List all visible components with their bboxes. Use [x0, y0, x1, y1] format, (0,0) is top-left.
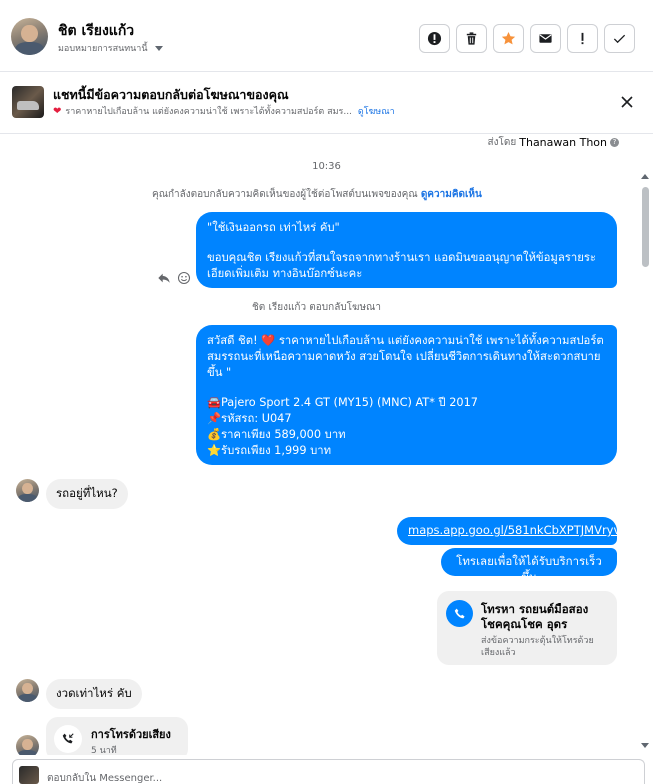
contact-avatar[interactable] [16, 479, 39, 502]
money-bag-icon: 💰 [207, 428, 222, 441]
phone-icon [446, 600, 473, 627]
message-actions [157, 271, 191, 285]
outgoing-message[interactable]: สวัสดี ชิต! ❤️ ราคาหายไปเกือบล้าน แต่ยัง… [196, 325, 617, 465]
pushpin-icon: 📌 [207, 412, 222, 425]
call-now-message[interactable]: โทรเลยเพื่อให้ได้รับบริการเร็วขึ้น [441, 548, 617, 584]
detail-line: 💰 ราคาเพียง 589,000 บาท [207, 427, 606, 443]
checkmark-icon [613, 34, 626, 44]
reply-icon[interactable] [157, 271, 171, 285]
ad-banner-text: ❤ ราคาหายไปเกือบล้าน แต่ยังคงความน่าใช้ … [53, 104, 395, 118]
assign-label: มอบหมายการสนทนานี้ [58, 44, 148, 54]
envelope-icon [539, 34, 552, 43]
detail-text: รับรถเพียง 1,999 บาท [221, 444, 332, 457]
detail-text: รหัสรถ: U047 [221, 412, 292, 425]
timestamp: 10:36 [312, 161, 341, 172]
contact-avatar[interactable] [11, 18, 48, 55]
voice-call-duration: 5 นาที [91, 746, 117, 755]
mark-unread-button[interactable] [530, 24, 561, 53]
detail-line: ⭐ รับรถเพียง 1,999 บาท [207, 443, 606, 459]
detail-text: Pajero Sport 2.4 GT (MY15) (MNC) AT* ปี … [221, 396, 478, 409]
sent-by-note: ส่งโดย Thanawan Thon ? [488, 135, 619, 150]
view-ad-link[interactable]: ดูโฆษณา [358, 104, 395, 118]
star-button[interactable] [493, 24, 524, 53]
page-avatar [19, 766, 39, 784]
contact-name[interactable]: ชิต เรียงแก้ว [58, 20, 134, 42]
reply-composer[interactable]: ตอบกลับใน Messenger... [12, 759, 645, 784]
message-quote: "ใช้เงินออกรถ เท่าไหร่ คับ" [207, 221, 340, 234]
message-thread[interactable]: ส่งโดย Thanawan Thon ? 10:36 คุณกำลังตอบ… [0, 135, 653, 755]
ad-text-content: ราคาหายไปเกือบล้าน แต่ยังคงความน่าใช้ เพ… [65, 107, 352, 117]
call-card-subtitle: ส่งข้อความกระตุ้นให้โทรด้วยเสียงแล้ว [481, 636, 594, 658]
star-icon [501, 31, 516, 45]
exclamation-icon [581, 32, 584, 45]
call-card-title: โทรหา รถยนต์มือสอง โชคคุณโชค อุดร [481, 602, 589, 631]
view-comment-link[interactable]: ดูความคิดเห็น [421, 189, 482, 200]
sent-by-prefix: ส่งโดย [487, 137, 517, 148]
conversation-header: ชิต เรียงแก้ว มอบหมายการสนทนานี้ [0, 0, 653, 72]
contact-avatar[interactable] [16, 735, 39, 755]
composer-placeholder[interactable]: ตอบกลับใน Messenger... [47, 771, 162, 784]
chevron-down-icon [154, 45, 163, 51]
ad-thumbnail[interactable] [12, 86, 44, 118]
sender-name: Thanawan Thon [519, 136, 607, 149]
detail-line: 🚘 Pajero Sport 2.4 GT (MY15) (MNC) AT* ปี… [207, 395, 606, 411]
message-body: ขอบคุณชิต เรียงแก้วที่สนใจรถจากทางร้านเร… [207, 251, 596, 280]
system-note: คุณกำลังตอบกลับความคิดเห็นของผู้ใช้ต่อโพ… [152, 187, 482, 202]
ad-banner-title: แชทนี้มีข้อความตอบกลับต่อโฆษณาของคุณ [53, 87, 289, 102]
conversation-actions [419, 24, 635, 53]
car-icon: 🚘 [207, 396, 222, 409]
incoming-message[interactable]: งวดเท่าไหร่ คับ [46, 679, 142, 709]
assign-conversation-dropdown[interactable]: มอบหมายการสนทนานี้ [58, 41, 163, 55]
heart-icon: ❤ [53, 105, 62, 117]
alert-octagon-icon [427, 31, 442, 46]
maps-link[interactable]: maps.app.goo.gl/581nkCbXPTJMVryv9 [408, 523, 628, 537]
delete-button[interactable] [456, 24, 487, 53]
trash-icon [466, 32, 477, 45]
call-prompt-card[interactable]: โทรหา รถยนต์มือสอง โชคคุณโชค อุดร ส่งข้อ… [437, 591, 617, 665]
voice-call-title: การโทรด้วยเสียง [91, 728, 171, 741]
detail-text: ราคาเพียง 589,000 บาท [221, 428, 346, 441]
maps-link-message[interactable]: maps.app.goo.gl/581nkCbXPTJMVryv9 [397, 517, 628, 545]
message-intro: สวัสดี ชิต! ❤️ ราคาหายไปเกือบล้าน แต่ยัง… [207, 334, 604, 379]
close-icon[interactable] [619, 94, 635, 110]
star-icon: ⭐ [207, 444, 222, 457]
help-icon[interactable]: ? [610, 138, 619, 147]
emoji-react-icon[interactable] [177, 271, 191, 285]
incoming-message[interactable]: รถอยู่ที่ไหน? [46, 479, 128, 509]
ad-reply-banner: แชทนี้มีข้อความตอบกลับต่อโฆษณาของคุณ ❤ ร… [0, 72, 653, 134]
scroll-thumb[interactable] [642, 187, 649, 267]
flag-button[interactable] [567, 24, 598, 53]
voice-call-card[interactable]: การโทรด้วยเสียง 5 นาที [46, 717, 188, 755]
contact-avatar[interactable] [16, 679, 39, 702]
mark-spam-button[interactable] [419, 24, 450, 53]
system-note-text: คุณกำลังตอบกลับความคิดเห็นของผู้ใช้ต่อโพ… [152, 189, 418, 200]
thread-scrollbar[interactable] [640, 172, 652, 750]
detail-line: 📌 รหัสรถ: U047 [207, 411, 606, 427]
mark-done-button[interactable] [604, 24, 635, 53]
replied-to-ad-note: ชิต เรียงแก้ว ตอบกลับโฆษณา [252, 302, 381, 313]
scroll-down-icon[interactable] [641, 743, 649, 748]
outgoing-message[interactable]: "ใช้เงินออกรถ เท่าไหร่ คับ" ขอบคุณชิต เร… [196, 212, 617, 288]
scroll-up-icon[interactable] [641, 174, 649, 179]
missed-call-icon [54, 725, 82, 753]
